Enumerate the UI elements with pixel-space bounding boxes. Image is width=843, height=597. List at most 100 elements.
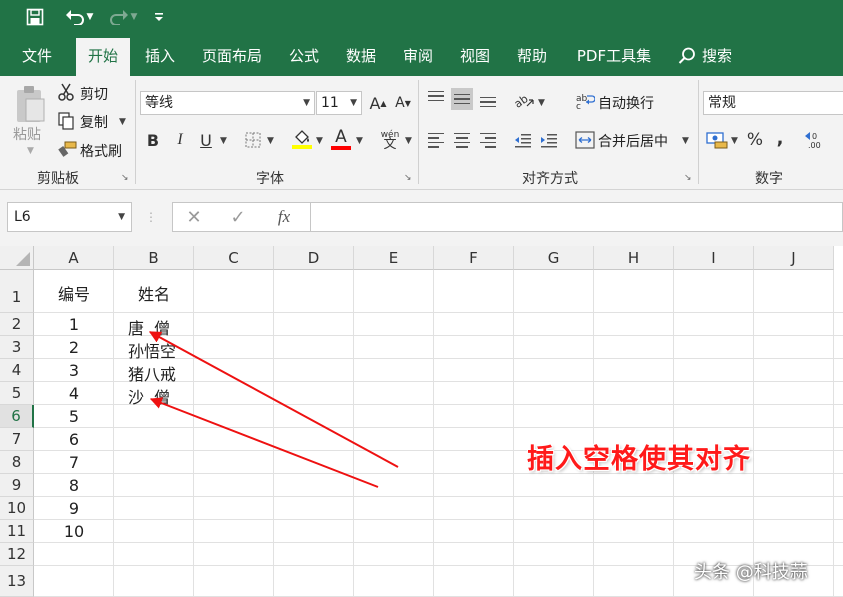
percent-icon[interactable]: % (745, 128, 765, 152)
row-header-10[interactable]: 10 (0, 497, 34, 520)
tab-help[interactable]: 帮助 (508, 36, 556, 76)
comma-style-icon[interactable]: , (772, 126, 788, 150)
tab-page-layout[interactable]: 页面布局 (194, 36, 270, 76)
orientation-icon[interactable]: ab (512, 89, 536, 111)
tab-insert[interactable]: 插入 (136, 36, 184, 76)
tab-file[interactable]: 文件 (8, 36, 66, 76)
fill-color-caret-icon[interactable]: ▼ (316, 136, 323, 146)
column-header-a[interactable]: A (34, 246, 114, 270)
column-header-i[interactable]: I (674, 246, 754, 270)
cell-a9[interactable]: 8 (34, 476, 114, 495)
tab-home[interactable]: 开始 (76, 38, 130, 76)
tab-view[interactable]: 视图 (450, 36, 500, 76)
row-header-6[interactable]: 6 (0, 405, 34, 428)
copy-caret-icon[interactable]: ▼ (119, 117, 126, 127)
phonetic-icon[interactable]: wén 文 (378, 127, 402, 153)
alignment-launcher-icon[interactable]: ↘ (684, 173, 692, 183)
row-header-12[interactable]: 12 (0, 543, 34, 566)
align-middle-icon[interactable] (451, 88, 473, 110)
enter-icon[interactable]: ✓ (226, 202, 250, 232)
font-color-icon[interactable]: A (329, 126, 353, 152)
tab-data[interactable]: 数据 (336, 36, 386, 76)
format-painter-icon[interactable] (57, 140, 77, 158)
accounting-caret-icon[interactable]: ▼ (731, 136, 738, 146)
wrap-text-button[interactable]: 自动换行 (598, 93, 654, 113)
cell-b2[interactable]: 唐 僧 (128, 315, 208, 339)
phonetic-caret-icon[interactable]: ▼ (405, 136, 412, 146)
align-left-icon[interactable] (425, 129, 447, 151)
insert-function-icon[interactable]: fx (272, 202, 296, 232)
wrap-text-icon[interactable]: ab c (574, 90, 596, 112)
row-header-11[interactable]: 11 (0, 520, 34, 543)
undo-icon[interactable]: ▼ (60, 4, 98, 30)
cell-a1[interactable]: 编号 (34, 281, 114, 305)
customize-qat-icon[interactable] (150, 4, 168, 30)
tab-review[interactable]: 审阅 (394, 36, 442, 76)
column-header-c[interactable]: C (194, 246, 274, 270)
merge-center-caret-icon[interactable]: ▼ (682, 136, 689, 146)
row-header-8[interactable]: 8 (0, 451, 34, 474)
name-box[interactable]: L6 ▼ (7, 202, 132, 232)
fill-color-icon[interactable] (290, 127, 314, 151)
align-top-icon[interactable] (425, 88, 447, 110)
font-size-select[interactable]: 11 ▼ (316, 91, 362, 115)
column-header-b[interactable]: B (114, 246, 194, 270)
bold-icon[interactable]: B (143, 129, 163, 151)
cell-a4[interactable]: 3 (34, 361, 114, 380)
font-launcher-icon[interactable]: ↘ (404, 173, 412, 183)
copy-button[interactable]: 复制 (80, 112, 108, 132)
paste-label[interactable]: 粘贴 (13, 124, 41, 144)
column-header-e[interactable]: E (354, 246, 434, 270)
underline-caret-icon[interactable]: ▼ (220, 136, 227, 146)
shrink-font-icon[interactable]: A ▼ (393, 92, 413, 114)
cell-b4[interactable]: 猪八戒 (128, 361, 208, 385)
cell-b5[interactable]: 沙 僧 (128, 384, 208, 408)
cell-a8[interactable]: 7 (34, 453, 114, 472)
align-center-icon[interactable] (451, 129, 473, 151)
merge-center-button[interactable]: 合并后居中 (598, 131, 668, 151)
accounting-format-icon[interactable] (705, 128, 729, 152)
decrease-indent-icon[interactable] (512, 129, 534, 151)
cut-button[interactable]: 剪切 (80, 84, 108, 104)
paste-icon[interactable] (10, 82, 50, 128)
row-header-4[interactable]: 4 (0, 359, 34, 382)
row-header-2[interactable]: 2 (0, 313, 34, 336)
align-right-icon[interactable] (477, 129, 499, 151)
cell-a11[interactable]: 10 (34, 522, 114, 541)
grow-font-icon[interactable]: A ▲ (368, 92, 388, 114)
row-header-7[interactable]: 7 (0, 428, 34, 451)
row-header-9[interactable]: 9 (0, 474, 34, 497)
save-icon[interactable] (22, 4, 48, 30)
tab-pdf-tools[interactable]: PDF工具集 (566, 36, 662, 76)
borders-icon[interactable] (243, 129, 263, 151)
select-all-button[interactable] (0, 246, 34, 270)
font-name-select[interactable]: 等线 ▼ (140, 91, 315, 115)
number-format-select[interactable]: 常规 (703, 91, 843, 115)
cell-a10[interactable]: 9 (34, 499, 114, 518)
increase-decimal-icon[interactable]: 0.00 (804, 128, 830, 152)
paste-caret-icon[interactable]: ▼ (27, 146, 34, 156)
cell-b3[interactable]: 孙悟空 (128, 338, 208, 362)
grip-icon[interactable]: ⋮ (145, 202, 157, 232)
format-painter-button[interactable]: 格式刷 (80, 141, 122, 161)
cell-a7[interactable]: 6 (34, 430, 114, 449)
cell-a5[interactable]: 4 (34, 384, 114, 403)
copy-icon[interactable] (57, 112, 75, 130)
column-header-f[interactable]: F (434, 246, 514, 270)
formula-input[interactable] (310, 202, 843, 232)
underline-icon[interactable]: U (196, 129, 216, 151)
cancel-icon[interactable]: ✕ (182, 202, 206, 232)
cell-a6[interactable]: 5 (34, 407, 114, 426)
column-header-j[interactable]: J (754, 246, 834, 270)
column-header-d[interactable]: D (274, 246, 354, 270)
redo-icon[interactable]: ▼ (104, 4, 142, 30)
cell-a3[interactable]: 2 (34, 338, 114, 357)
search-button[interactable]: 搜索 (672, 36, 738, 76)
scissors-icon[interactable] (57, 83, 75, 101)
italic-icon[interactable]: I (170, 129, 190, 151)
borders-caret-icon[interactable]: ▼ (267, 136, 274, 146)
orientation-caret-icon[interactable]: ▼ (538, 98, 545, 108)
align-bottom-icon[interactable] (477, 88, 499, 110)
column-header-h[interactable]: H (594, 246, 674, 270)
tab-formulas[interactable]: 公式 (280, 36, 328, 76)
